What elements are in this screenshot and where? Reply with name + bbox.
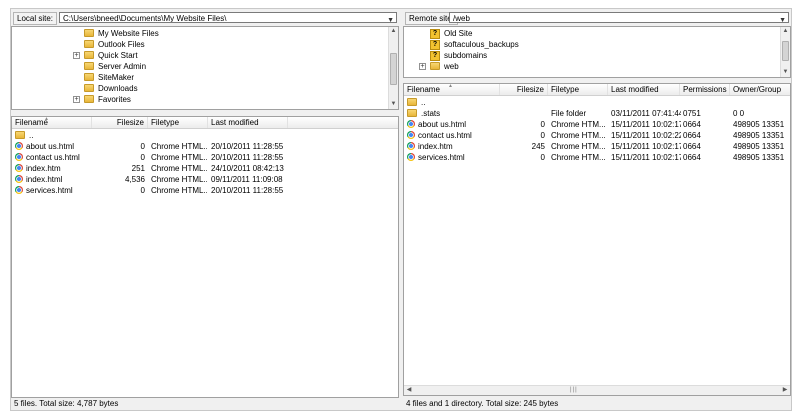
column-header-last-modified[interactable]: Last modified: [608, 84, 680, 95]
table-row[interactable]: about us.html 0 Chrome HTML... 20/10/201…: [12, 141, 398, 152]
folder-icon: [84, 94, 94, 103]
table-row[interactable]: contact us.html 0 Chrome HTM... 15/11/20…: [404, 130, 790, 141]
folder-icon: [84, 50, 94, 59]
unknown-folder-icon: ?: [430, 39, 440, 50]
table-row[interactable]: .stats File folder 03/11/2011 07:41:44 0…: [404, 108, 790, 119]
folder-icon: [430, 61, 440, 70]
local-site-bar: Local site: C:\Users\bneed\Documents\My …: [11, 11, 399, 25]
remote-directory-tree: ? Old Site ? softaculous_backups ? subdomai…: [403, 26, 791, 78]
table-row[interactable]: index.htm 245 Chrome HTM... 15/11/2011 1…: [404, 141, 790, 152]
column-header-filetype[interactable]: Filetype: [148, 117, 208, 128]
chrome-icon: [15, 152, 23, 161]
scroll-down-icon[interactable]: ▼: [389, 100, 398, 109]
folder-icon: [15, 130, 25, 139]
chrome-icon: [407, 119, 415, 128]
tree-item[interactable]: ? Old Site: [430, 28, 472, 39]
chrome-icon: [15, 185, 23, 194]
tree-item[interactable]: ? subdomains: [430, 50, 487, 61]
folder-icon: [84, 39, 94, 48]
scroll-right-icon[interactable]: ▶: [780, 386, 790, 395]
table-row[interactable]: services.html 0 Chrome HTM... 15/11/2011…: [404, 152, 790, 163]
column-header-filetype[interactable]: Filetype: [548, 84, 608, 95]
chrome-icon: [407, 152, 415, 161]
column-header-filesize[interactable]: Filesize: [92, 117, 148, 128]
tree-item[interactable]: Server Admin: [84, 61, 146, 72]
expand-plus-icon[interactable]: +: [73, 52, 80, 59]
folder-icon: [84, 83, 94, 92]
local-site-path: C:\Users\bneed\Documents\My Website File…: [63, 14, 227, 23]
folder-icon: [407, 108, 417, 117]
horizontal-scrollbar[interactable]: ◀ ||| ▶: [404, 385, 790, 395]
remote-file-list: ▲ Filename Filesize Filetype Last modifie…: [403, 83, 791, 396]
scroll-grip-icon[interactable]: |||: [570, 387, 578, 394]
folder-icon: [84, 72, 94, 81]
ftp-client-window: Local site: C:\Users\bneed\Documents\My …: [10, 8, 792, 411]
sort-asc-icon: ▲: [44, 116, 49, 122]
tree-item[interactable]: SiteMaker: [84, 72, 134, 83]
column-header-filesize[interactable]: Filesize: [500, 84, 548, 95]
tree-item[interactable]: + web: [419, 61, 459, 72]
table-row[interactable]: ..: [12, 130, 398, 141]
chrome-icon: [407, 130, 415, 139]
chevron-down-icon[interactable]: ▼: [387, 15, 394, 22]
remote-status-bar: 4 files and 1 directory. Total size: 245…: [406, 399, 559, 408]
tree-item[interactable]: Outlook Files: [84, 39, 145, 50]
column-header-owner-group[interactable]: Owner/Group: [730, 84, 790, 95]
table-row[interactable]: services.html 0 Chrome HTML... 20/10/201…: [12, 185, 398, 196]
table-row[interactable]: ..: [404, 97, 790, 108]
remote-site-path: /web: [453, 14, 470, 23]
chrome-icon: [15, 163, 23, 172]
column-header-permissions[interactable]: Permissions: [680, 84, 730, 95]
folder-icon: [84, 28, 94, 37]
tree-item[interactable]: ? softaculous_backups: [430, 39, 519, 50]
local-directory-tree: My Website Files Outlook Files + Quick St…: [11, 26, 399, 110]
tree-item[interactable]: My Website Files: [84, 28, 159, 39]
list-header: ▲ Filename Filesize Filetype Last modifie…: [404, 84, 790, 96]
folder-icon: [84, 61, 94, 70]
scroll-up-icon[interactable]: ▲: [389, 27, 398, 36]
local-site-label: Local site:: [13, 12, 58, 25]
table-row[interactable]: index.htm 251 Chrome HTML... 24/10/2011 …: [12, 163, 398, 174]
remote-site-path-dropdown[interactable]: /web ▼: [449, 12, 789, 23]
local-site-path-dropdown[interactable]: C:\Users\bneed\Documents\My Website File…: [59, 12, 397, 23]
remote-pane: Remote site: /web ▼ ? Old Site ? softaculo…: [403, 9, 791, 409]
vertical-scrollbar[interactable]: ▲ ▼: [780, 27, 790, 77]
chrome-icon: [407, 141, 415, 150]
tree-item[interactable]: + Quick Start: [73, 50, 138, 61]
sort-asc-icon: ▲: [448, 83, 453, 89]
scroll-up-icon[interactable]: ▲: [781, 27, 790, 36]
local-file-list: ▲ Filename Filesize Filetype Last modifie…: [11, 116, 399, 398]
expand-plus-icon[interactable]: +: [419, 63, 426, 70]
scroll-down-icon[interactable]: ▼: [781, 68, 790, 77]
local-pane: Local site: C:\Users\bneed\Documents\My …: [11, 9, 399, 409]
table-row[interactable]: contact us.html 0 Chrome HTML... 20/10/2…: [12, 152, 398, 163]
folder-icon: [407, 97, 417, 106]
scroll-left-icon[interactable]: ◀: [404, 386, 414, 395]
unknown-folder-icon: ?: [430, 50, 440, 61]
chrome-icon: [15, 174, 23, 183]
chevron-down-icon[interactable]: ▼: [779, 15, 786, 22]
expand-plus-icon[interactable]: +: [73, 96, 80, 103]
tree-item[interactable]: + Favorites: [73, 94, 131, 105]
remote-site-bar: Remote site: /web ▼: [403, 11, 791, 25]
table-row[interactable]: about us.html 0 Chrome HTM... 15/11/2011…: [404, 119, 790, 130]
scroll-thumb[interactable]: [782, 41, 789, 61]
vertical-scrollbar[interactable]: ▲ ▼: [388, 27, 398, 109]
tree-item[interactable]: Downloads: [84, 83, 138, 94]
scroll-thumb[interactable]: [390, 53, 397, 85]
column-header-filename[interactable]: ▲ Filename: [404, 84, 500, 95]
table-row[interactable]: index.html 4,536 Chrome HTML... 09/11/20…: [12, 174, 398, 185]
list-header: ▲ Filename Filesize Filetype Last modifie…: [12, 117, 398, 129]
column-header-filename[interactable]: ▲ Filename: [12, 117, 92, 128]
local-status-bar: 5 files. Total size: 4,787 bytes: [14, 399, 119, 408]
chrome-icon: [15, 141, 23, 150]
unknown-folder-icon: ?: [430, 28, 440, 39]
column-header-last-modified[interactable]: Last modified: [208, 117, 288, 128]
